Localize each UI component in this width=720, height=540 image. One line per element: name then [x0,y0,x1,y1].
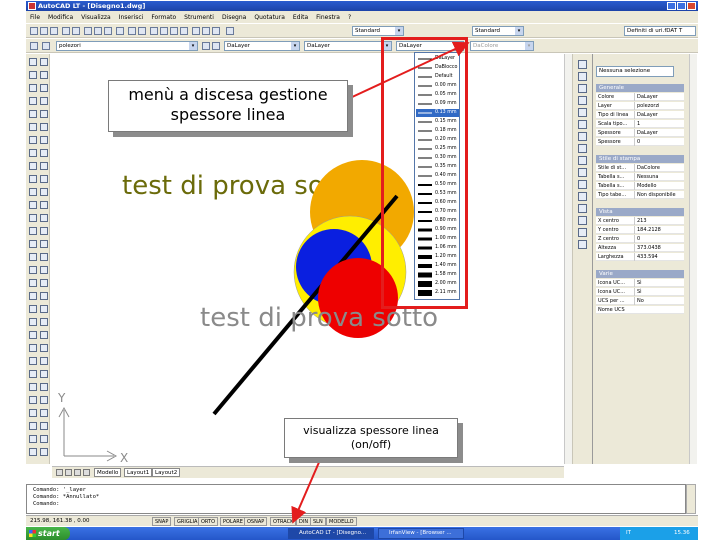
callout-lwt-text: visualizza spessore linea (on/off) [303,424,439,451]
arrow-to-lineweight-combo [349,41,470,99]
callout-lwt-toggle: visualizza spessore linea (on/off) [284,418,458,458]
callout-lineweight-text: menù a discesa gestione spessore linea [128,85,328,124]
arrow-to-lwt-button [291,459,321,524]
callout-lineweight-menu: menù a discesa gestione spessore linea [108,80,348,132]
